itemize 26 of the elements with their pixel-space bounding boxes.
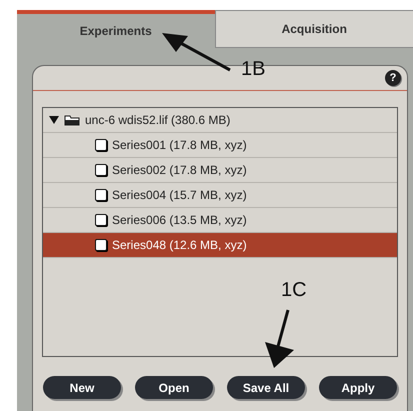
action-button[interactable]: Save All <box>227 376 305 399</box>
help-button[interactable]: ? <box>385 70 401 86</box>
checkbox[interactable] <box>95 214 107 226</box>
annotation-arrow <box>262 308 296 370</box>
series-label: Series002 (17.8 MB, xyz) <box>112 163 247 177</box>
checkbox[interactable] <box>95 189 107 201</box>
series-row[interactable]: Series002 (17.8 MB, xyz) <box>43 158 397 183</box>
folder-icon <box>64 114 80 126</box>
series-label: Series001 (17.8 MB, xyz) <box>112 138 247 152</box>
file-name: unc-6 wdis52.lif (380.6 MB) <box>85 113 230 127</box>
checkbox[interactable] <box>95 239 107 251</box>
action-button[interactable]: Apply <box>319 376 397 399</box>
action-button[interactable]: Open <box>135 376 213 399</box>
series-label: Series004 (15.7 MB, xyz) <box>112 188 247 202</box>
series-row[interactable]: Series048 (12.6 MB, xyz) <box>43 233 397 258</box>
action-button[interactable]: New <box>43 376 121 399</box>
checkbox[interactable] <box>95 164 107 176</box>
series-label: Series048 (12.6 MB, xyz) <box>112 238 247 252</box>
tab[interactable]: Acquisition <box>214 10 413 48</box>
annotation-label: 1C <box>281 279 307 302</box>
series-label: Series006 (13.5 MB, xyz) <box>112 213 247 227</box>
expand-triangle-icon[interactable] <box>49 116 59 124</box>
checkbox[interactable] <box>95 139 107 151</box>
series-row[interactable]: Series001 (17.8 MB, xyz) <box>43 133 397 158</box>
tree-root-row[interactable]: unc-6 wdis52.lif (380.6 MB) <box>43 108 397 133</box>
series-row[interactable]: Series004 (15.7 MB, xyz) <box>43 183 397 208</box>
